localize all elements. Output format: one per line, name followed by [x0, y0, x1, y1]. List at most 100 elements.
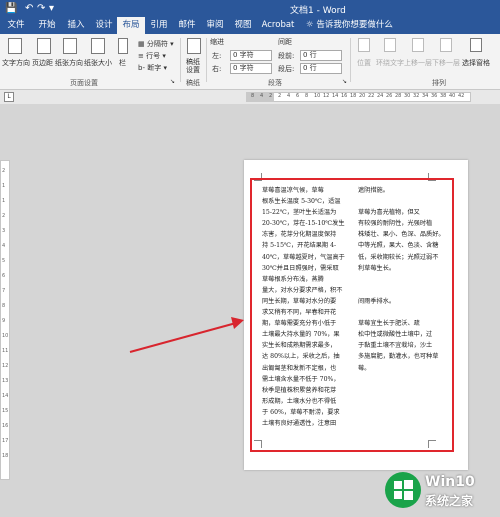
- orientation-icon[interactable]: [63, 38, 77, 54]
- spacing-label: 间距: [278, 38, 292, 46]
- vertical-ruler-tick: 14: [2, 393, 9, 399]
- vertical-ruler-tick: 8: [2, 303, 6, 309]
- margins-icon[interactable]: [37, 38, 51, 54]
- breaks-icon: ▦: [138, 40, 145, 48]
- ruler-tick: 34: [422, 93, 429, 99]
- page-setup-launcher-icon[interactable]: ↘: [170, 78, 175, 85]
- spacing-after-label: 段后:: [278, 65, 295, 73]
- ruler-tick: 12: [323, 93, 330, 99]
- ruler-tick: 10: [314, 93, 321, 99]
- tab-mailings[interactable]: 邮件: [173, 17, 201, 34]
- ruler-tick: 2: [269, 93, 273, 99]
- indent-right-input[interactable]: 0 字符: [230, 63, 272, 74]
- tab-acrobat[interactable]: Acrobat: [258, 17, 298, 34]
- size-icon[interactable]: [91, 38, 105, 54]
- hyphenation-button[interactable]: b‑ 断字 ▾: [138, 63, 167, 73]
- group-separator: [206, 38, 207, 82]
- ruler-tick: 8: [251, 93, 255, 99]
- tab-design[interactable]: 设计: [90, 17, 118, 34]
- send-backward-icon[interactable]: [440, 38, 452, 52]
- windows-logo-icon: [385, 472, 421, 508]
- columns-button[interactable]: 栏: [119, 58, 126, 68]
- watermark: Win10 系统之家: [383, 468, 495, 512]
- indent-left-input[interactable]: 0 字符: [230, 50, 272, 61]
- bring-forward-button[interactable]: 上移一层: [404, 58, 432, 68]
- text-direction-icon[interactable]: [8, 38, 22, 54]
- spacing-before-input[interactable]: 0 行: [300, 50, 342, 61]
- spacing-after-value: 0 行: [303, 64, 317, 72]
- breaks-button[interactable]: ▦ 分隔符 ▾: [138, 39, 174, 49]
- spacing-after-input[interactable]: 0 行: [300, 63, 342, 74]
- vertical-ruler-tick: 2: [2, 213, 6, 219]
- paragraph-launcher-icon[interactable]: ↘: [342, 78, 347, 85]
- tab-review[interactable]: 审阅: [201, 17, 229, 34]
- tab-home[interactable]: 开始: [33, 17, 61, 34]
- indent-label: 缩进: [210, 38, 224, 46]
- ruler-tick: 26: [386, 93, 393, 99]
- vertical-ruler-tick: 10: [2, 333, 9, 339]
- undo-icon[interactable]: ↶: [25, 3, 33, 14]
- position-button[interactable]: 位置: [357, 58, 371, 68]
- hyphenation-label: 断字: [147, 64, 162, 72]
- tab-references[interactable]: 引用: [145, 17, 173, 34]
- lightbulb-icon: ☼: [306, 20, 314, 30]
- vertical-ruler-tick: 15: [2, 408, 9, 414]
- selection-pane-button[interactable]: 选择窗格: [462, 58, 490, 68]
- ruler-tick: 38: [440, 93, 447, 99]
- tab-insert[interactable]: 插入: [62, 17, 90, 34]
- margins-button[interactable]: 页边距: [32, 58, 53, 68]
- ruler-tick: 4: [287, 93, 291, 99]
- ruler-tick: 22: [368, 93, 375, 99]
- line-numbers-button[interactable]: ≡ 行号 ▾: [138, 51, 166, 61]
- vertical-ruler-tick: 1: [2, 183, 6, 189]
- send-backward-button[interactable]: 下移一层: [432, 58, 460, 68]
- tab-layout[interactable]: 布局: [117, 17, 145, 34]
- document-title: 文档1 - Word: [290, 6, 346, 16]
- wrap-text-icon[interactable]: [384, 38, 396, 52]
- orientation-button[interactable]: 纸张方向: [55, 58, 83, 68]
- vertical-ruler-tick: 4: [2, 243, 6, 249]
- vertical-ruler-tick: 12: [2, 363, 9, 369]
- vertical-ruler-tick: 9: [2, 318, 6, 324]
- text-direction-button[interactable]: 文字方向: [2, 58, 30, 68]
- customize-arrow-icon[interactable]: ▾: [49, 3, 54, 14]
- line-numbers-icon: ≡: [138, 52, 144, 60]
- selection-pane-icon[interactable]: [470, 38, 482, 52]
- tab-view[interactable]: 视图: [229, 17, 257, 34]
- vertical-ruler-tick: 3: [2, 228, 6, 234]
- position-icon[interactable]: [358, 38, 370, 52]
- bring-forward-icon[interactable]: [412, 38, 424, 52]
- tell-me-search[interactable]: ☼ 告诉我你想要做什么: [306, 17, 393, 34]
- draft-paper-icon[interactable]: [187, 38, 201, 54]
- size-button[interactable]: 纸张大小: [84, 58, 112, 68]
- spacing-before-value: 0 行: [303, 51, 317, 59]
- watermark-brand: Win10: [425, 474, 475, 490]
- ruler-tick: 24: [377, 93, 384, 99]
- group-separator: [180, 38, 181, 82]
- title-bar: 💾 ↶ ↷ ▾ 文档1 - Word: [0, 0, 500, 17]
- save-icon[interactable]: 💾: [5, 3, 17, 14]
- paragraph-group-label: 段落: [268, 79, 282, 87]
- ribbon-tabs: 文件 开始 插入 设计 布局 引用 邮件 审阅 视图 Acrobat ☼ 告诉我…: [0, 17, 500, 34]
- wrap-text-button[interactable]: 环绕文字: [376, 58, 404, 68]
- indent-left-value: 0 字符: [233, 51, 254, 59]
- ruler-tick: 36: [431, 93, 438, 99]
- tab-file[interactable]: 文件: [2, 17, 30, 34]
- group-separator: [350, 38, 351, 82]
- vertical-ruler-tick: 7: [2, 288, 6, 294]
- ruler-tick: 4: [260, 93, 264, 99]
- vertical-ruler-tick: 18: [2, 453, 9, 459]
- redo-icon[interactable]: ↷: [37, 3, 45, 14]
- ruler-tick: 14: [332, 93, 339, 99]
- tab-selector-icon[interactable]: L: [4, 92, 14, 102]
- ruler-tick: 42: [458, 93, 465, 99]
- ruler-tick: 32: [413, 93, 420, 99]
- ruler-tick: 16: [341, 93, 348, 99]
- vertical-ruler-tick: 16: [2, 423, 9, 429]
- tell-me-text: 告诉我你想要做什么: [316, 20, 393, 30]
- draft-paper-button[interactable]: 稿纸设置: [186, 58, 206, 74]
- line-numbers-label: 行号: [146, 52, 161, 60]
- vertical-ruler-tick: 5: [2, 258, 6, 264]
- vertical-ruler-tick: 17: [2, 438, 9, 444]
- columns-icon[interactable]: [118, 38, 128, 54]
